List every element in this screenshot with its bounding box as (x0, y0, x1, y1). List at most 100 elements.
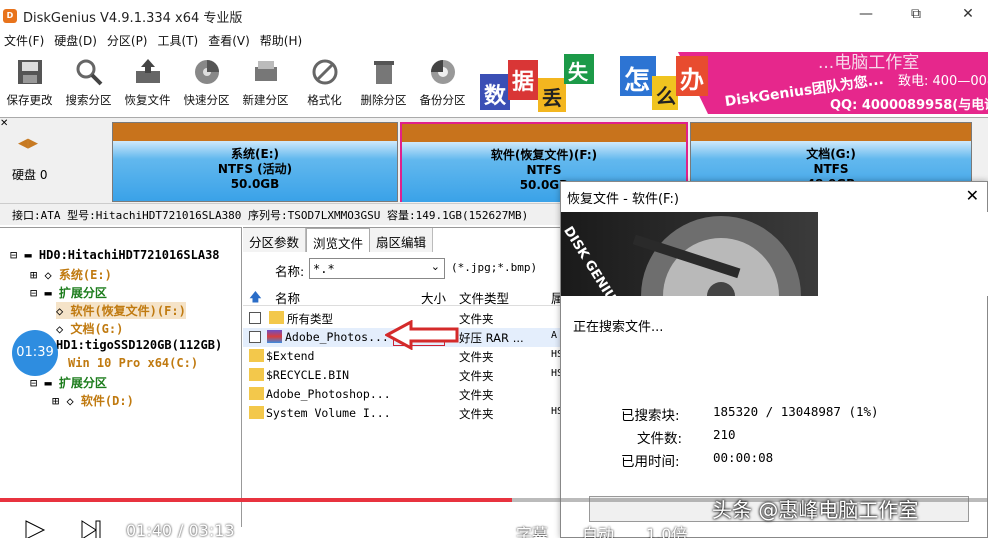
app-logo-icon: D (3, 9, 17, 23)
watermark-text: 头条 @惠峰电脑工作室 (712, 498, 919, 522)
folder-icon (249, 387, 264, 400)
quality-button[interactable]: 自动 (582, 521, 614, 538)
file-name: $Extend (266, 349, 315, 363)
search-partition-label: 搜索分区 (65, 93, 112, 107)
partition-fs: NTFS (526, 163, 562, 177)
save-icon (17, 60, 42, 84)
save-changes-button[interactable]: 保存更改 (0, 52, 59, 114)
search-icon (76, 59, 102, 86)
backup-partition-button[interactable]: 备份分区 (413, 52, 472, 114)
filter-input[interactable]: *.* ⌄ (309, 258, 445, 279)
folder-icon (249, 349, 264, 362)
file-type: 好压 RAR ... (459, 331, 524, 345)
delete-partition-label: 删除分区 (360, 93, 407, 107)
new-partition-icon (254, 61, 277, 81)
quick-partition-button[interactable]: 快速分区 (177, 52, 236, 114)
quick-partition-icon (194, 60, 219, 84)
recover-files-label: 恢复文件 (124, 93, 171, 107)
tree-disk-hd0[interactable]: ⊟ ▬ HD0:HitachiHDT721016SLA38 (10, 248, 220, 262)
hard-drive-graphic (632, 216, 801, 296)
file-count-value: 210 (713, 427, 736, 442)
file-row[interactable]: System Volume I... 文件夹 HS (243, 404, 563, 423)
file-name: 所有类型 (287, 312, 333, 326)
format-icon (312, 59, 337, 85)
backup-partition-label: 备份分区 (419, 93, 466, 107)
tree-item-extended[interactable]: ⊟ ▬ 扩展分区 (30, 284, 107, 301)
banner-phone-text: 致电: 400—008— (898, 74, 988, 89)
partition-system[interactable]: 系统(E:) NTFS (活动) 50.0GB (112, 122, 398, 202)
column-type[interactable]: 文件类型 (459, 288, 509, 307)
recover-icon (135, 59, 160, 83)
banner-qq-text: QQ: 4000089958(与电话 (830, 98, 988, 113)
tree-item-software-f[interactable]: ◇ 软件(恢复文件)(F:) (56, 302, 186, 319)
tree-item-win10[interactable]: Win 10 Pro x64(C:) (68, 356, 198, 370)
new-partition-button[interactable]: 新建分区 (236, 52, 295, 114)
chevron-down-icon[interactable]: ⌄ (431, 260, 440, 273)
row-checkbox[interactable] (249, 331, 261, 343)
menu-file[interactable]: 文件(F) (0, 32, 50, 49)
next-icon[interactable] (80, 519, 102, 538)
file-list-header: 🡅 名称 大小 文件类型 属 (243, 286, 564, 309)
search-partition-button[interactable]: 搜索分区 (59, 52, 118, 114)
partition-name: 软件(恢复文件)(F:) (490, 148, 598, 162)
restore-button[interactable]: ⧉ (906, 6, 926, 22)
tree-item-extended-2[interactable]: ⊟ ▬ 扩展分区 (30, 374, 107, 391)
menu-view[interactable]: 查看(V) (204, 32, 256, 49)
tab-browse-files[interactable]: 浏览文件 (306, 228, 371, 252)
folder-icon (249, 368, 264, 381)
title-bar: D DiskGenius V4.9.1.334 x64 专业版 — ⧉ ✕ (0, 0, 988, 32)
disk-tree: ⊟ ▬ HD0:HitachiHDT721016SLA38 ⊞ ◇ 系统(E:)… (0, 227, 242, 527)
menu-tools[interactable]: 工具(T) (154, 32, 205, 49)
banner-char-4: 失 (568, 60, 588, 84)
toolbar: 保存更改 搜索分区 恢复文件 快速分区 新建分区 格式化 删除分区 备份分区 (0, 52, 480, 114)
disk-nav-arrows-icon[interactable]: ◀▶ (18, 136, 38, 151)
save-changes-label: 保存更改 (6, 93, 53, 107)
menu-bar: 文件(F) 硬盘(D) 分区(P) 工具(T) 查看(V) 帮助(H) (0, 30, 988, 50)
folder-icon (269, 311, 284, 324)
partition-size: 50.0GB (230, 177, 280, 191)
column-name[interactable]: 名称 (275, 288, 300, 307)
delete-partition-button[interactable]: 删除分区 (354, 52, 413, 114)
tab-sector-edit[interactable]: 扇区编辑 (370, 228, 434, 252)
menu-partition[interactable]: 分区(P) (103, 32, 154, 49)
file-row[interactable]: Adobe_Photoshop... 文件夹 (243, 385, 561, 404)
folder-icon (249, 406, 264, 419)
subtitle-button[interactable]: 字幕 (516, 521, 548, 538)
new-partition-label: 新建分区 (242, 93, 289, 107)
up-folder-icon[interactable]: 🡅 (249, 288, 262, 309)
file-panel: 分区参数 浏览文件 扇区编辑 名称: *.* ⌄ (*.jpg;*.bmp) 🡅… (243, 227, 564, 527)
file-type: 文件夹 (459, 369, 494, 383)
close-button[interactable]: ✕ (958, 6, 978, 22)
file-type: 文件夹 (459, 350, 494, 364)
file-type: 文件夹 (459, 312, 494, 326)
searched-blocks-value: 185320 / 13048987 (1%) (713, 404, 879, 419)
file-name: System Volume I... (266, 406, 391, 420)
play-icon[interactable] (24, 519, 46, 538)
app-window: D DiskGenius V4.9.1.334 x64 专业版 — ⧉ ✕ 文件… (0, 0, 988, 538)
panel-close-icon[interactable]: ✕ (0, 118, 8, 129)
tree-item-system[interactable]: ⊞ ◇ 系统(E:) (30, 266, 112, 283)
format-button[interactable]: 格式化 (295, 52, 354, 114)
tree-item-documents[interactable]: ◇ 文档(G:) (56, 320, 123, 337)
current-time: 01:40 (126, 521, 173, 538)
banner-char-7: 办 (680, 66, 704, 94)
column-size[interactable]: 大小 (421, 288, 446, 307)
minimize-button[interactable]: — (856, 6, 876, 22)
tree-item-software-d[interactable]: ⊞ ◇ 软件(D:) (52, 392, 134, 409)
menu-disk[interactable]: 硬盘(D) (50, 32, 103, 49)
file-row[interactable]: $RECYCLE.BIN 文件夹 HS (243, 366, 563, 385)
tab-partition-params[interactable]: 分区参数 (243, 228, 307, 252)
promo-banner[interactable]: 数 据 丢 失 怎 么 办 ...电脑工作室 DiskGenius团队为您...… (478, 52, 988, 114)
tree-disk-hd1[interactable]: HD1:tigoSSD120GB(112GB) (56, 338, 222, 352)
speed-button[interactable]: 1.0倍 (646, 521, 687, 538)
delete-icon (373, 61, 394, 84)
menu-help[interactable]: 帮助(H) (256, 32, 308, 49)
row-checkbox[interactable] (249, 312, 261, 324)
banner-char-6: 么 (656, 84, 676, 108)
recover-files-button[interactable]: 恢复文件 (118, 52, 177, 114)
dialog-close-button[interactable]: ✕ (966, 186, 979, 205)
file-attr: A (551, 330, 558, 341)
dialog-title: 恢复文件 - 软件(F:) (567, 192, 679, 207)
banner-char-1: 数 (484, 84, 507, 109)
annotation-arrow-icon (385, 320, 459, 350)
